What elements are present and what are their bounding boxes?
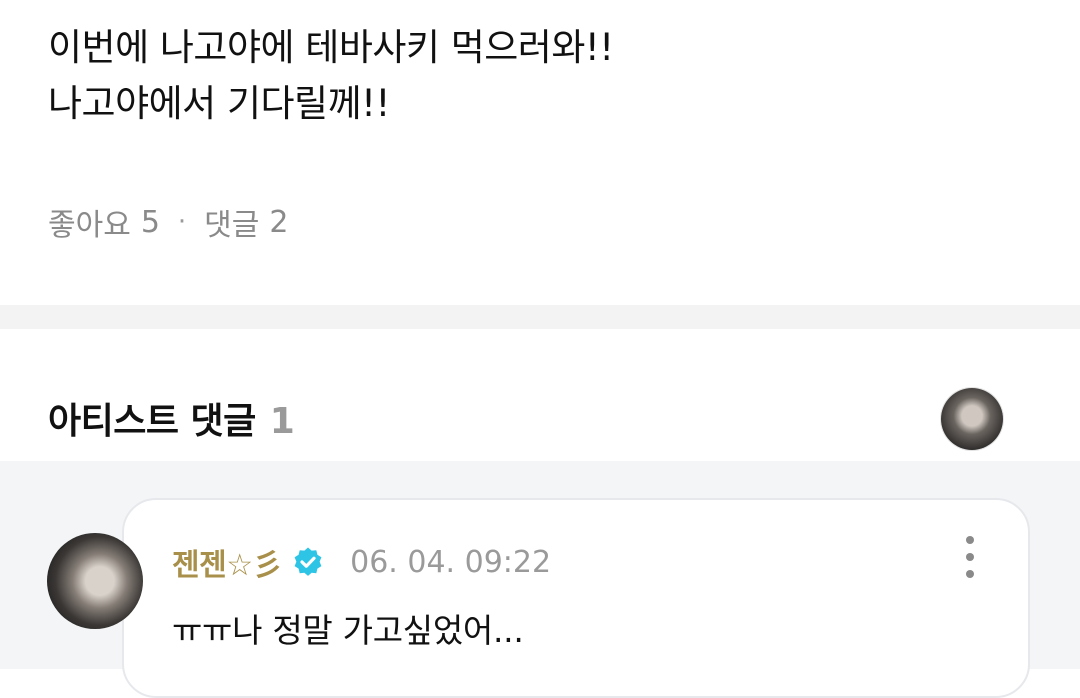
comments-label: 댓글 [204,208,260,243]
section-divider [0,305,1080,329]
comments-count: 2 [269,204,289,240]
section-count: 1 [269,401,295,442]
comment-author-avatar[interactable] [47,533,143,629]
comment-card[interactable]: 젠젠☆彡 06. 04. 09:22 ㅠㅠ나 정말 가고싶었어... [122,498,1030,698]
post-text-line: 나고야에서 기다릴께!! [48,82,390,125]
artist-comments-header: 아티스트 댓글 1 [48,392,295,444]
more-vertical-icon[interactable] [958,536,982,578]
likes-button[interactable]: 좋아요 5 [48,200,160,244]
stats-separator: · [177,207,187,237]
likes-count: 5 [140,204,160,240]
comments-button[interactable]: 댓글 2 [204,200,288,244]
verified-check-icon [292,546,324,578]
comment-author[interactable]: 젠젠☆彡 [172,540,283,584]
post-stats: 좋아요 5 · 댓글 2 [48,200,288,244]
comment-timestamp: 06. 04. 09:22 [350,544,552,580]
likes-label: 좋아요 [48,208,131,243]
section-title: 아티스트 댓글 [48,401,256,442]
comment-text: ㅠㅠ나 정말 가고싶었어... [172,611,524,650]
comment-header: 젠젠☆彡 06. 04. 09:22 [172,540,551,584]
post-body: 이번에 나고야에 테바사키 먹으러와!! 나고야에서 기다릴께!! [48,20,1032,132]
post-text-line: 이번에 나고야에 테바사키 먹으러와!! [48,26,614,69]
artist-avatar[interactable] [941,388,1003,450]
